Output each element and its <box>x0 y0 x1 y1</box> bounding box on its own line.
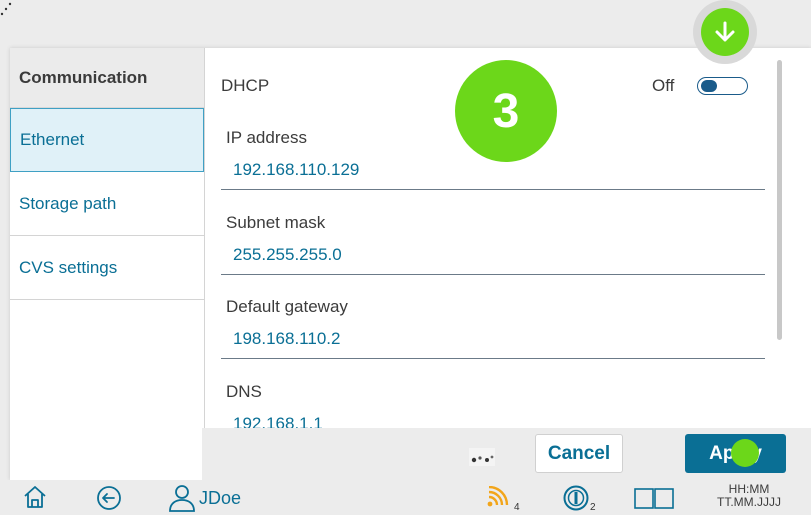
download-badge[interactable] <box>693 0 757 64</box>
wifi-icon[interactable] <box>486 486 510 508</box>
settings-screen: Communication Ethernet Storage path CVS … <box>0 0 811 515</box>
dns-label: DNS <box>226 382 262 401</box>
subnet-mask-label: Subnet mask <box>226 213 326 232</box>
tap-indicator <box>731 439 759 467</box>
sidebar-item-storage-path[interactable]: Storage path <box>10 172 204 236</box>
dhcp-toggle[interactable] <box>697 77 748 95</box>
scrollbar[interactable] <box>777 60 782 340</box>
download-icon <box>701 8 749 56</box>
info-icon[interactable] <box>562 484 590 512</box>
sidebar-item-ethernet[interactable]: Ethernet <box>10 108 204 172</box>
toggle-knob <box>701 80 717 92</box>
clock-date: TT.MM.JJJJ <box>717 495 781 509</box>
step-badge: 3 <box>455 60 557 162</box>
corner-dots-icon <box>0 2 12 16</box>
ip-address-value[interactable]: 192.168.110.129 <box>233 160 359 180</box>
sidebar-item-cvs-settings[interactable]: CVS settings <box>10 236 204 300</box>
subnet-mask-field[interactable]: Subnet mask 255.255.255.0 <box>221 213 765 275</box>
dhcp-state-label: Off <box>652 76 675 95</box>
home-icon[interactable] <box>22 484 48 510</box>
username[interactable]: JDoe <box>199 488 241 509</box>
subnet-mask-value[interactable]: 255.255.255.0 <box>233 245 342 265</box>
dns-field[interactable]: DNS 192.168.1.1 <box>221 382 765 428</box>
cancel-button[interactable]: Cancel <box>535 434 623 473</box>
loading-dots-icon <box>469 448 495 466</box>
default-gateway-field[interactable]: Default gateway 198.168.110.2 <box>221 297 765 359</box>
default-gateway-label: Default gateway <box>226 297 348 316</box>
book-icon[interactable] <box>633 486 675 510</box>
clock: HH:MM TT.MM.JJJJ <box>711 483 787 509</box>
wifi-count: 4 <box>514 502 520 513</box>
default-gateway-value[interactable]: 198.168.110.2 <box>233 329 340 349</box>
ip-address-label: IP address <box>226 128 307 147</box>
dhcp-label: DHCP <box>221 76 270 95</box>
logout-icon[interactable] <box>95 484 123 512</box>
sidebar-header: Communication <box>10 48 204 108</box>
dns-value[interactable]: 192.168.1.1 <box>233 414 323 428</box>
info-count: 2 <box>590 502 596 513</box>
user-icon[interactable] <box>167 484 197 512</box>
sidebar: Communication Ethernet Storage path CVS … <box>10 48 205 480</box>
